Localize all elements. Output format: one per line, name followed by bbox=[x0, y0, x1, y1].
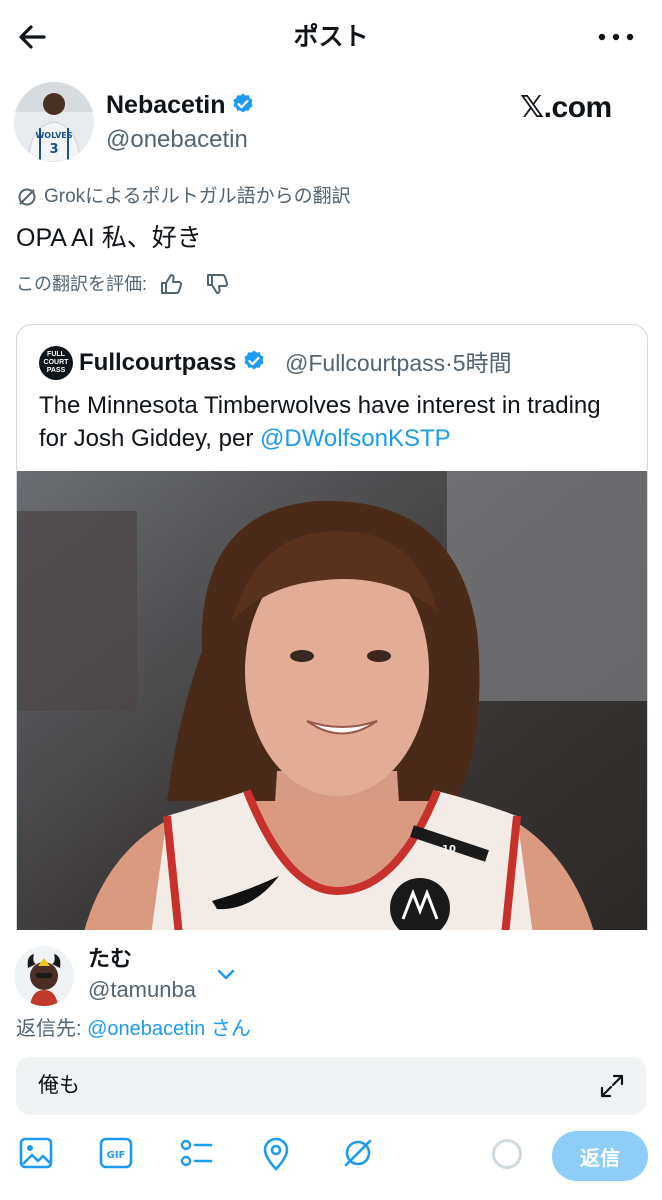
thumbs-up-icon[interactable] bbox=[157, 270, 185, 298]
author-display-name[interactable]: Nebacetin bbox=[106, 91, 225, 119]
more-options-icon[interactable] bbox=[596, 20, 636, 54]
quoted-photo[interactable]: 10 bbox=[17, 471, 647, 965]
verified-badge-icon bbox=[231, 91, 255, 115]
reply-to-line: 返信先: @onebacetin さん bbox=[16, 1014, 251, 1044]
expand-icon[interactable] bbox=[598, 1072, 626, 1100]
chevron-down-icon[interactable] bbox=[214, 964, 238, 984]
location-icon[interactable] bbox=[256, 1133, 296, 1173]
meta-separator: · bbox=[445, 350, 453, 376]
svg-text:GIF: GIF bbox=[107, 1150, 126, 1161]
quoted-timestamp: 5時間 bbox=[452, 350, 512, 376]
mention-link[interactable]: @DWolfsonKSTP bbox=[260, 425, 451, 452]
rate-translation-label: この翻訳を評価: bbox=[16, 274, 148, 294]
reply-input-value[interactable]: 俺も bbox=[38, 1068, 80, 1104]
poll-icon[interactable] bbox=[176, 1133, 216, 1173]
reply-to-prefix: 返信先: bbox=[16, 1018, 88, 1040]
image-icon[interactable] bbox=[16, 1133, 56, 1173]
reply-input-field[interactable]: 俺も bbox=[16, 1057, 646, 1115]
verified-badge-icon bbox=[242, 348, 266, 372]
reply-send-button[interactable]: 返信 bbox=[552, 1131, 648, 1181]
reply-user-avatar[interactable] bbox=[14, 946, 74, 1006]
thumbs-down-icon[interactable] bbox=[203, 270, 231, 298]
author-avatar[interactable]: WOLVES 3 bbox=[14, 82, 94, 162]
jersey-number: 10 bbox=[442, 844, 456, 855]
translation-label: Grokによるポルトガル語からの翻訳 bbox=[44, 186, 351, 207]
author-name-row[interactable]: Nebacetin bbox=[106, 88, 255, 122]
reply-user-handle: @tamunba bbox=[88, 977, 196, 1002]
grok-icon bbox=[18, 188, 36, 206]
gif-icon[interactable]: GIF bbox=[96, 1133, 136, 1173]
quoted-author-name-row[interactable]: Fullcourtpass bbox=[79, 345, 266, 381]
svg-text:WOLVES: WOLVES bbox=[35, 131, 72, 140]
quoted-text: The Minnesota Timberwolves have interest… bbox=[39, 389, 629, 455]
top-bar: ポスト bbox=[0, 0, 662, 72]
page-title: ポスト bbox=[293, 23, 369, 51]
quoted-author-avatar[interactable]: FULL COURT PASS bbox=[39, 346, 73, 380]
reply-to-suffix: さん bbox=[205, 1018, 251, 1040]
quoted-post-card[interactable]: FULL COURT PASS Fullcourtpass @Fullcourt… bbox=[16, 324, 648, 966]
grok-icon[interactable] bbox=[338, 1133, 378, 1173]
translation-label-row: Grokによるポルトガル語からの翻訳 bbox=[16, 182, 351, 212]
character-count-ring bbox=[492, 1139, 522, 1169]
svg-text:3: 3 bbox=[49, 142, 58, 157]
author-handle[interactable]: @onebacetin bbox=[106, 124, 248, 156]
reply-to-handle[interactable]: @onebacetin bbox=[87, 1018, 205, 1040]
rate-translation-row: この翻訳を評価: bbox=[16, 268, 231, 300]
x-com-watermark: 𝕏.com bbox=[520, 91, 612, 124]
reply-user-name: たむ bbox=[88, 946, 133, 971]
quoted-author-name[interactable]: Fullcourtpass bbox=[79, 349, 236, 376]
quoted-meta: @Fullcourtpass·5時間 bbox=[285, 345, 512, 381]
quoted-author-handle[interactable]: @Fullcourtpass bbox=[285, 350, 445, 376]
post-body-text: OPA AI 私、好き bbox=[16, 224, 202, 252]
reply-composer: たむ @tamunba 返信先: @onebacetin さん 俺も GIF 返… bbox=[0, 930, 662, 1200]
